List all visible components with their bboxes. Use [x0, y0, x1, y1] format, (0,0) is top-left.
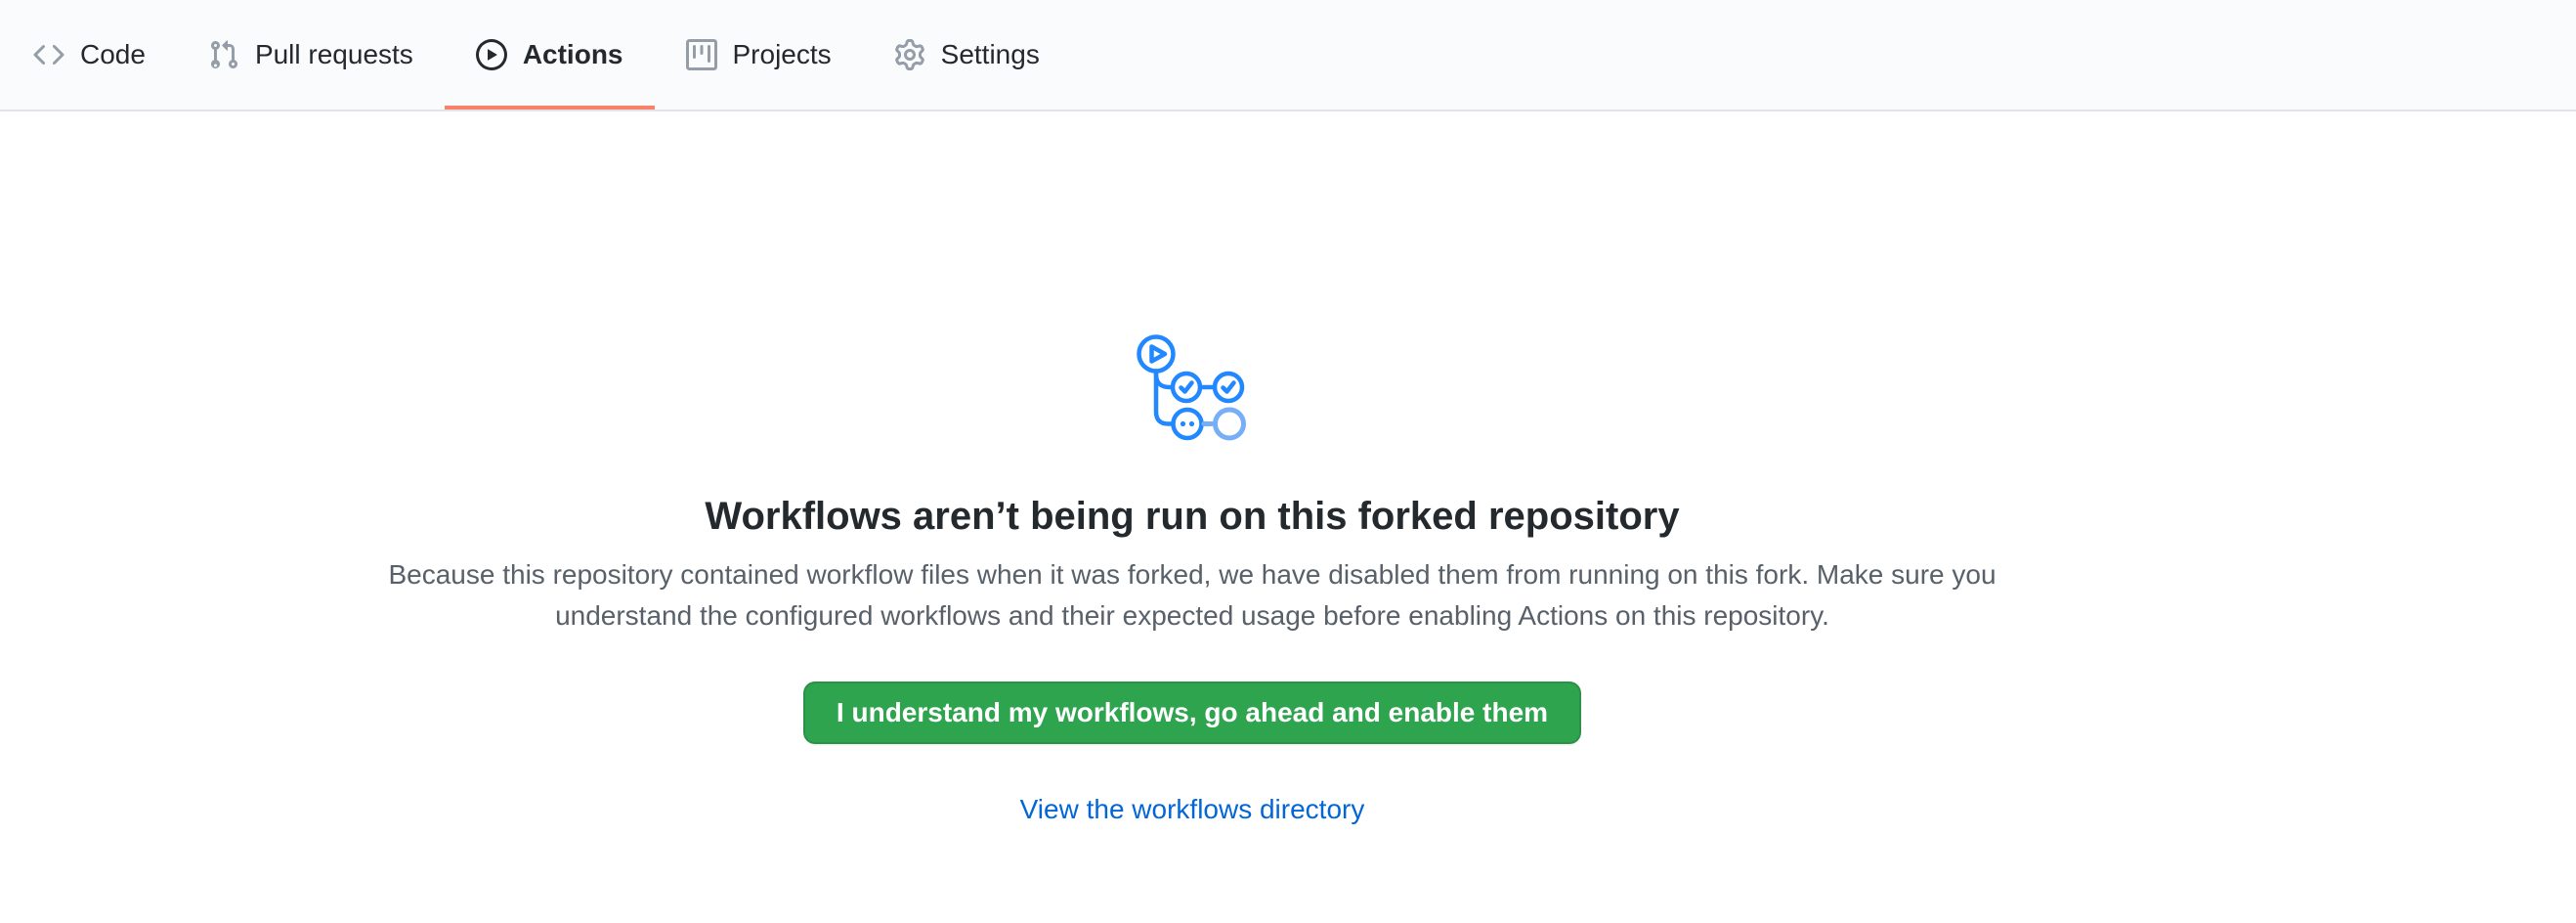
view-workflows-directory-link[interactable]: View the workflows directory	[1020, 789, 1365, 830]
blankslate-description: Because this repository contained workfl…	[362, 554, 2023, 637]
tab-actions-label: Actions	[523, 41, 623, 68]
repo-nav: Code Pull requests Actions Projects Sett…	[0, 0, 2576, 111]
tab-settings-label: Settings	[941, 41, 1040, 68]
tab-pull-requests[interactable]: Pull requests	[177, 0, 445, 110]
tab-projects-label: Projects	[733, 41, 832, 68]
enable-workflows-button[interactable]: I understand my workflows, go ahead and …	[803, 681, 1581, 744]
gear-icon	[894, 39, 925, 70]
tab-projects[interactable]: Projects	[655, 0, 863, 110]
workflow-graph-icon	[1136, 330, 1249, 443]
tab-settings[interactable]: Settings	[863, 0, 1071, 110]
tab-code-label: Code	[80, 41, 146, 68]
tab-actions[interactable]: Actions	[445, 0, 655, 110]
actions-blankslate: Workflows aren’t being run on this forke…	[0, 111, 2384, 830]
play-icon	[476, 39, 507, 70]
tab-pull-requests-label: Pull requests	[255, 41, 413, 68]
blankslate-heading: Workflows aren’t being run on this forke…	[705, 492, 1679, 541]
tab-code[interactable]: Code	[2, 0, 177, 110]
git-pull-request-icon	[208, 39, 239, 70]
project-icon	[686, 39, 717, 70]
code-icon	[33, 39, 64, 70]
